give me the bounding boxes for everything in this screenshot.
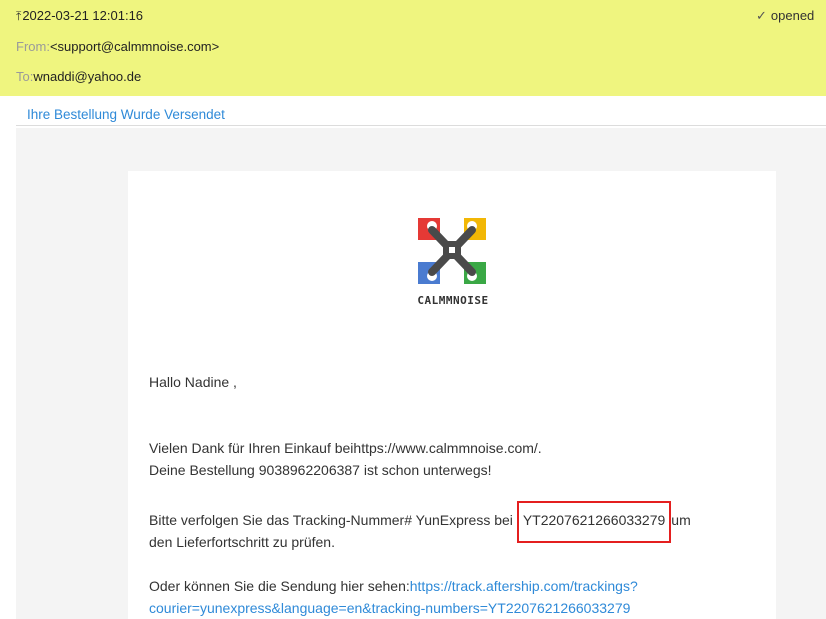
read-status-text: opened [770, 8, 815, 23]
to-address[interactable]: wnaddi@yahoo.de [33, 69, 141, 84]
to-row: To:wnaddi@yahoo.de [16, 69, 141, 84]
order-number: 9038962206387 [258, 462, 360, 478]
from-label: From: [16, 39, 50, 54]
order-line-prefix: Deine Bestellung [149, 462, 259, 478]
thanks-text: Vielen Dank für Ihren Einkauf beihttps:/… [149, 440, 542, 456]
alt-tracking-text: Oder können Sie die Sendung hier sehen:h… [149, 575, 638, 597]
check-icon: ✓ [756, 8, 767, 23]
alt-tracking-prefix: Oder können Sie die Sendung hier sehen: [149, 578, 410, 594]
greeting-text: Hallo Nadine , [149, 374, 237, 390]
aftership-link-continued[interactable]: courier=yunexpress&language=en&tracking-… [149, 600, 630, 616]
from-address[interactable]: <support@calmmnoise.com> [50, 39, 219, 54]
mail-subject[interactable]: Ihre Bestellung Wurde Versendet [27, 107, 225, 122]
mail-datetime: 2022-03-21 12:01:16 [22, 8, 144, 23]
to-label: To: [16, 69, 34, 84]
tracking-text-line2: den Lieferfortschritt zu prüfen. [149, 534, 335, 550]
mail-date-row: ⤒2022-03-21 12:01:16 [16, 8, 143, 24]
subject-bar: Ihre Bestellung Wurde Versendet [16, 104, 826, 126]
read-status: ✓ opened [756, 8, 826, 24]
aftership-link[interactable]: https://track.aftership.com/trackings? [410, 578, 638, 594]
upload-icon: ⤒ [16, 9, 22, 23]
from-row: From:<support@calmmnoise.com> [16, 39, 219, 54]
mail-header: ⤒2022-03-21 12:01:16 ✓ opened From:<suppo… [0, 0, 826, 96]
order-line-suffix: ist schon unterwegs! [359, 462, 492, 478]
logo-wordmark: CALMMNOISE [417, 294, 489, 307]
logo-center-cross [428, 226, 476, 276]
tracking-suffix: um [671, 512, 691, 528]
tracking-number-highlight: YT2207621266033279 [516, 501, 672, 543]
tracking-number: YT2207621266033279 [522, 512, 666, 528]
tracking-prefix: Bitte verfolgen Sie das Tracking-Nummer#… [149, 512, 517, 528]
calmmnoise-logo-icon [418, 218, 486, 284]
order-status-text: Deine Bestellung 9038962206387 ist schon… [149, 459, 492, 481]
aftership-link-line2: courier=yunexpress&language=en&tracking-… [149, 597, 630, 619]
tracking-text: Bitte verfolgen Sie das Tracking-Nummer#… [149, 501, 691, 543]
